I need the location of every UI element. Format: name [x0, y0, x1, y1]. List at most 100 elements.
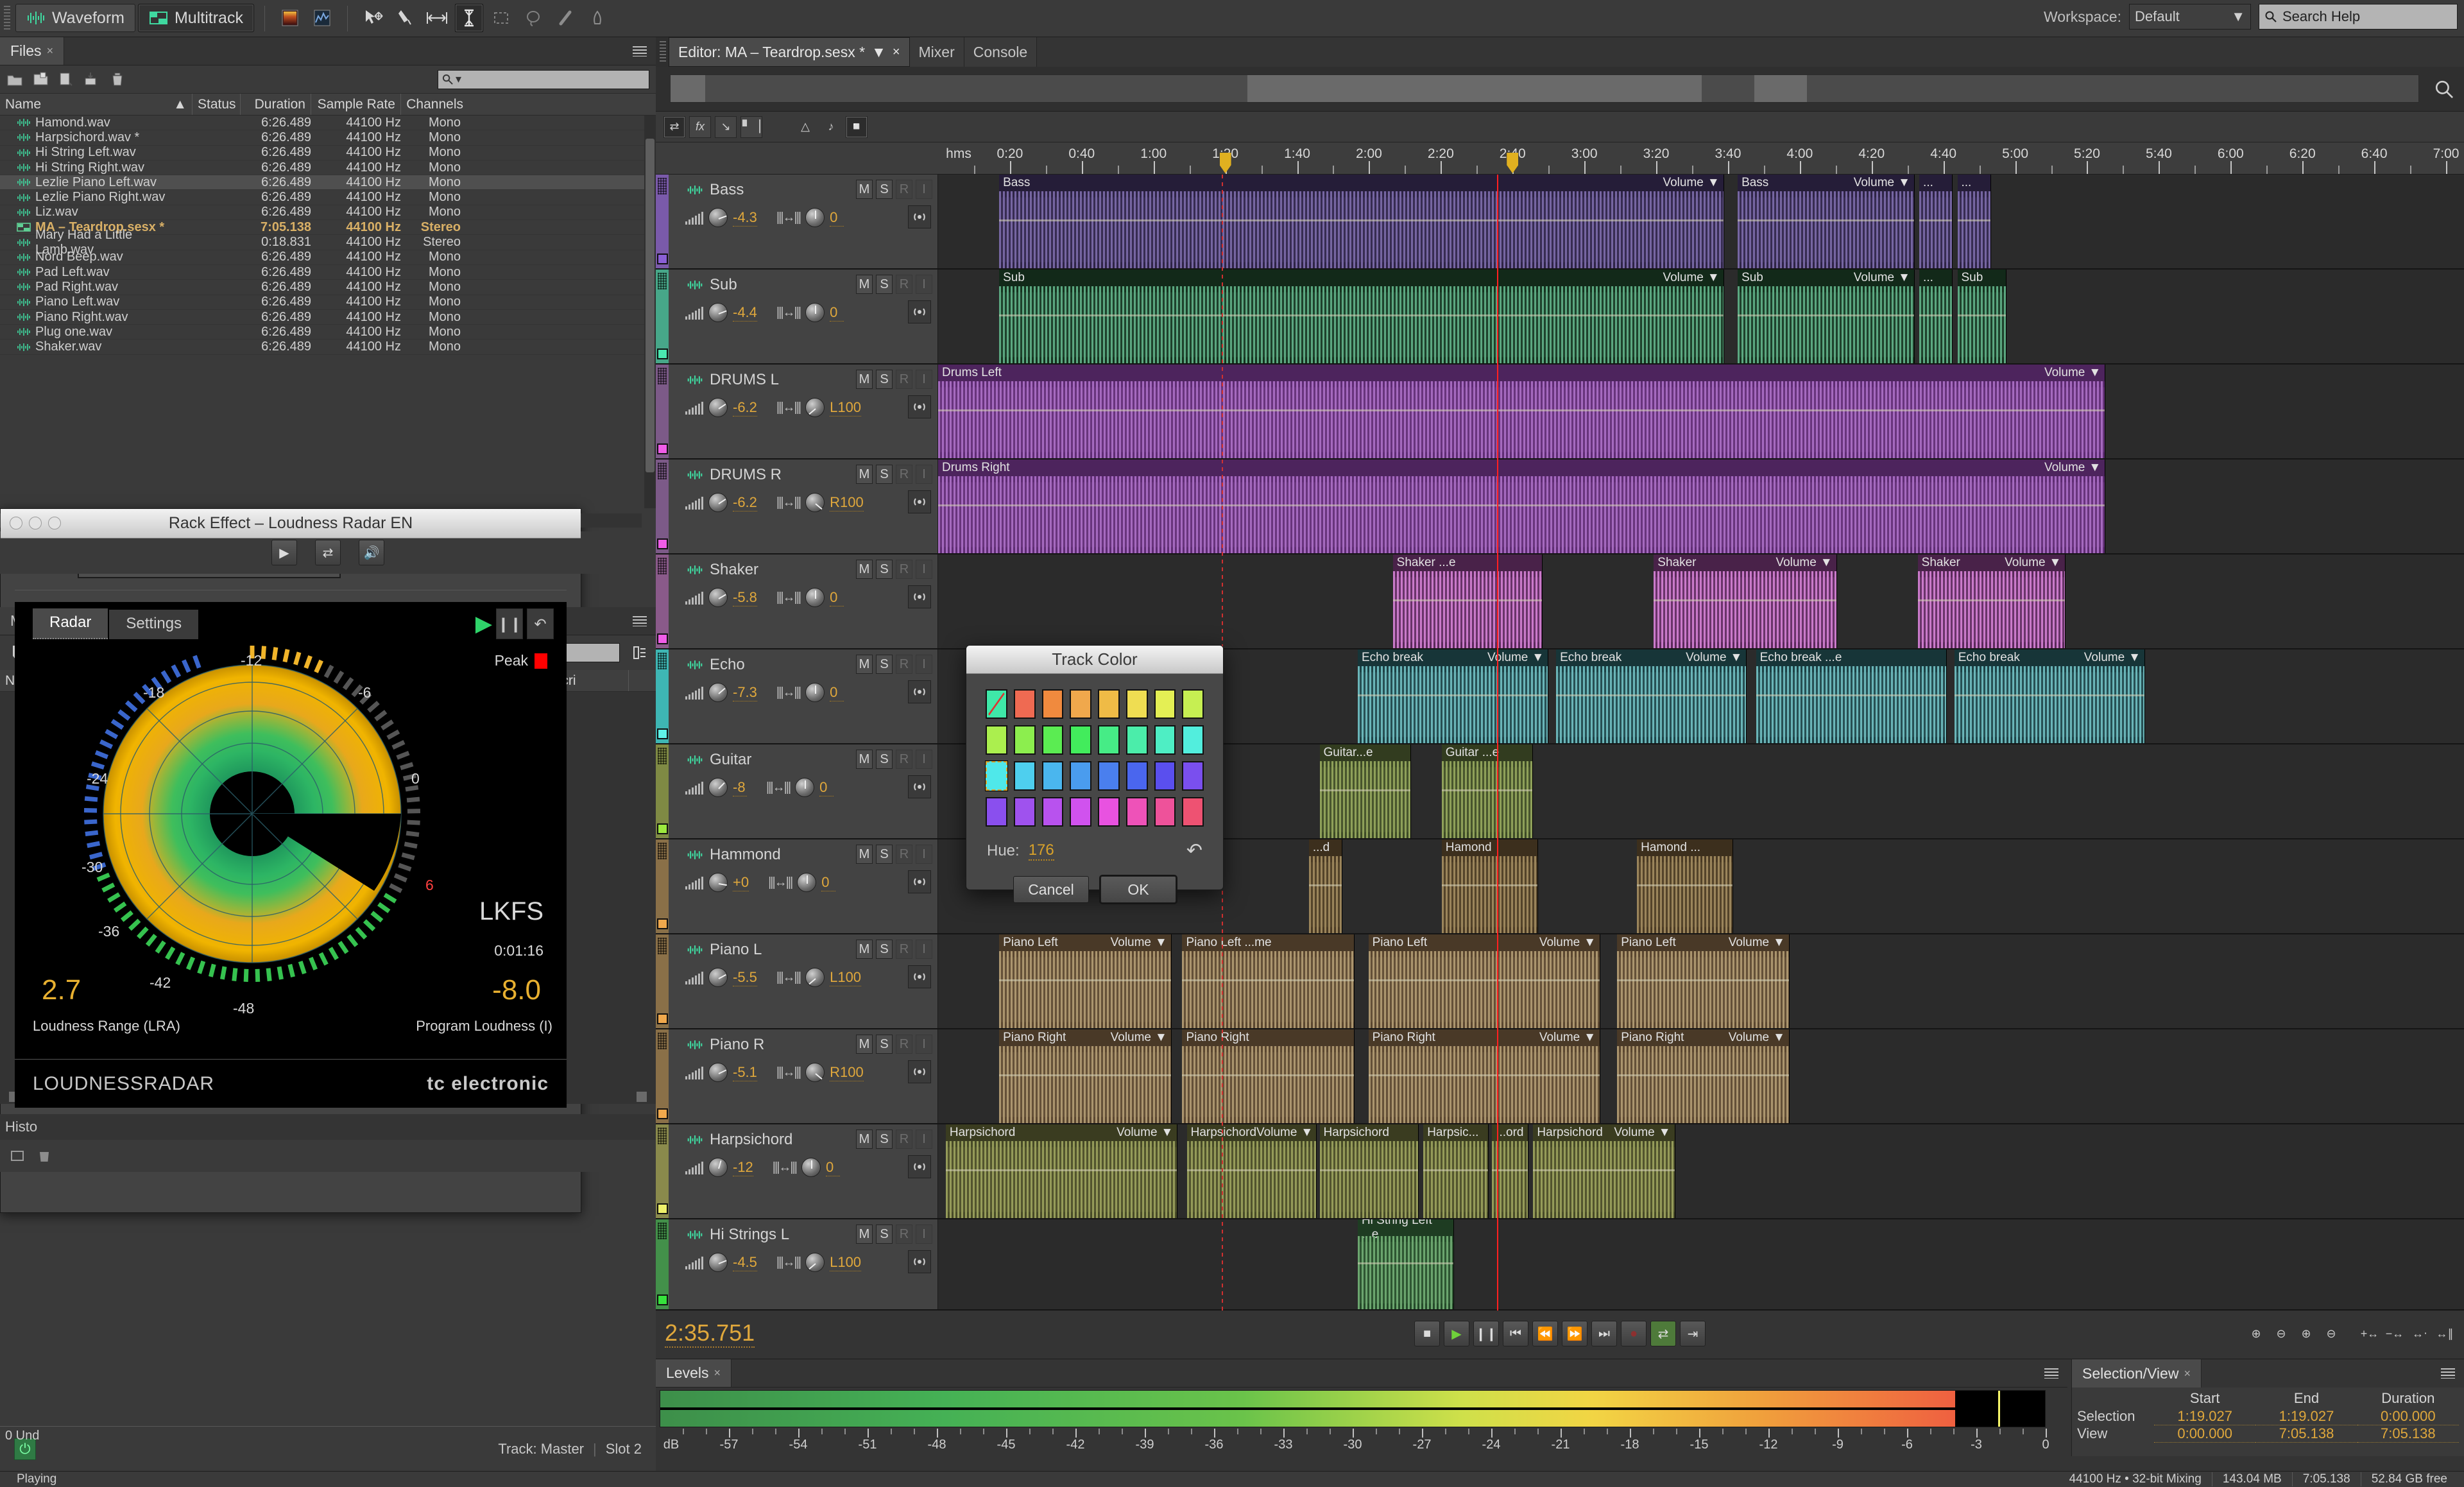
zoom-full-out-button[interactable]: ↔∥: [2434, 1323, 2455, 1344]
track-color-strip[interactable]: [656, 1219, 669, 1309]
track-color-strip[interactable]: [656, 934, 669, 1028]
chevron-down-icon[interactable]: ▼: [2049, 556, 2062, 570]
clip-header[interactable]: Harpsichord Volume ▼: [1186, 1124, 1316, 1141]
volume-value[interactable]: -4.3: [733, 209, 757, 227]
pan-knob[interactable]: [805, 398, 825, 417]
reset-icon[interactable]: ↶: [1186, 839, 1202, 862]
spectral-pan-display-icon[interactable]: [308, 4, 336, 32]
zoom-in-time-button[interactable]: ⊕: [2296, 1323, 2316, 1344]
pan-value[interactable]: R100: [830, 1064, 864, 1081]
color-swatch[interactable]: [1070, 689, 1091, 719]
new-file-icon[interactable]: [58, 71, 74, 88]
files-play-button[interactable]: ▶: [271, 540, 297, 565]
tab-levels[interactable]: Levels ×: [656, 1359, 732, 1387]
track-header[interactable]: Piano R M S R I -5.1 |||↔||| R100: [669, 1029, 938, 1123]
arm-record-button[interactable]: R: [896, 1035, 912, 1054]
audio-clip[interactable]: Piano Right Volume ▼: [1368, 1029, 1601, 1123]
scroll-right-arrow[interactable]: [637, 1092, 647, 1102]
track-color-swatch[interactable]: [657, 443, 668, 454]
track-drag-handle[interactable]: [658, 273, 667, 289]
audio-clip[interactable]: Piano Left Volume ▼: [999, 934, 1172, 1028]
pan-value[interactable]: 0: [830, 589, 844, 606]
timeline-marker[interactable]: [1219, 153, 1231, 173]
monitor-input-button[interactable]: I: [916, 655, 932, 674]
monitor-input-button[interactable]: I: [916, 560, 932, 579]
effects-rack-button[interactable]: fx: [689, 116, 711, 138]
clip-header[interactable]: Guitar ...e: [1441, 744, 1533, 761]
stop-button[interactable]: ■: [1414, 1321, 1440, 1346]
track-lane[interactable]: Bass Volume ▼ Bass Volume ▼......: [938, 175, 2464, 268]
solo-button[interactable]: S: [876, 370, 893, 389]
files-vertical-scrollbar[interactable]: [644, 116, 656, 508]
color-swatch[interactable]: [1125, 797, 1148, 827]
volume-knob[interactable]: [708, 398, 728, 417]
track-color-strip[interactable]: [656, 1029, 669, 1123]
close-icon[interactable]: [10, 517, 22, 529]
mute-button[interactable]: M: [856, 845, 873, 864]
color-swatch[interactable]: [1154, 689, 1176, 719]
chevron-down-icon[interactable]: ▼: [1532, 651, 1544, 665]
zoom-out-full-button[interactable]: −↔: [2384, 1323, 2405, 1344]
color-swatch[interactable]: [1041, 725, 1064, 755]
pan-value[interactable]: R100: [830, 494, 864, 511]
audio-clip[interactable]: Hamond ...: [1637, 839, 1733, 933]
table-row[interactable]: Nord Beep.wav 6:26.489 44100 Hz Mono: [0, 250, 656, 265]
marquee-selection-tool-icon[interactable]: [487, 4, 515, 32]
playhead[interactable]: [1497, 175, 1499, 1311]
arm-record-button[interactable]: R: [896, 845, 912, 864]
volume-knob[interactable]: [708, 683, 728, 702]
panel-menu-icon[interactable]: [2044, 1368, 2058, 1379]
pan-knob[interactable]: [805, 968, 825, 987]
selection-view-end[interactable]: 7:05.138: [2255, 1425, 2357, 1443]
table-row[interactable]: Pad Right.wav 6:26.489 44100 Hz Mono: [0, 280, 656, 295]
clip-header[interactable]: Piano Right: [1182, 1029, 1355, 1046]
pan-knob[interactable]: [801, 1158, 821, 1177]
paintbrush-selection-tool-icon[interactable]: [551, 4, 579, 32]
track-output-button[interactable]: [908, 585, 931, 608]
chevron-down-icon[interactable]: ▼: [1773, 936, 1785, 950]
track-output-button[interactable]: [908, 490, 931, 513]
export-file-icon[interactable]: [83, 71, 100, 88]
track-row[interactable]: Bass M S R I -4.3 |||↔||| 0 Bass Volume ▼ Bass Volum…: [656, 175, 2464, 270]
selection-view-duration[interactable]: 0:00.000: [2357, 1408, 2459, 1425]
workspace-select[interactable]: Default ▼: [2129, 4, 2251, 30]
track-color-swatch[interactable]: [657, 728, 668, 739]
track-row[interactable]: Echo M S R I -7.3 |||↔||| 0 Echo break Volume ▼ Ech…: [656, 649, 2464, 744]
solo-button[interactable]: S: [876, 1225, 893, 1244]
color-swatch[interactable]: [1013, 725, 1036, 755]
audio-clip[interactable]: Hamond: [1441, 839, 1538, 933]
files-loop-button[interactable]: ⇄: [315, 540, 341, 565]
volume-knob[interactable]: [708, 1063, 728, 1082]
column-header-status[interactable]: Status: [193, 94, 241, 115]
track-name[interactable]: Piano R: [687, 1036, 764, 1054]
track-header[interactable]: Hammond M S R I +0 |||↔||| 0: [669, 839, 938, 933]
color-swatch[interactable]: [1041, 761, 1064, 791]
track-color-swatch[interactable]: [657, 823, 668, 834]
audio-clip[interactable]: Piano Left ...me: [1182, 934, 1355, 1028]
volume-knob[interactable]: [708, 493, 728, 512]
clip-header[interactable]: ...d: [1308, 839, 1342, 856]
chevron-down-icon[interactable]: ▼: [2089, 461, 2101, 475]
track-drag-handle[interactable]: [658, 368, 667, 384]
track-color-strip[interactable]: [656, 460, 669, 553]
track-row[interactable]: Hi Strings L M S R I -4.5 |||↔||| L100 Hi String…: [656, 1219, 2464, 1311]
color-swatch[interactable]: [1125, 689, 1148, 719]
audio-clip[interactable]: Harpsic...: [1423, 1124, 1489, 1218]
tab-console[interactable]: Console: [964, 37, 1038, 67]
color-swatch[interactable]: [986, 797, 1007, 827]
pan-value[interactable]: 0: [830, 209, 844, 227]
volume-value[interactable]: -5.5: [733, 969, 757, 986]
monitor-input-button[interactable]: I: [916, 370, 932, 389]
track-name[interactable]: Piano L: [687, 941, 762, 959]
volume-knob[interactable]: [708, 208, 728, 227]
mute-button[interactable]: M: [856, 560, 873, 579]
clip-header[interactable]: Sub Volume ▼: [999, 270, 1724, 286]
track-lane[interactable]: Piano Right Volume ▼ Piano Right Piano Right…: [938, 1029, 2464, 1123]
audio-clip[interactable]: Sub Volume ▼: [999, 270, 1724, 363]
solo-button[interactable]: S: [876, 1035, 893, 1054]
chevron-down-icon[interactable]: ▼: [1707, 271, 1720, 285]
track-header[interactable]: Harpsichord M S R I -12 |||↔||| 0: [669, 1124, 938, 1218]
clip-header[interactable]: Harpsichord Volume ▼: [945, 1124, 1177, 1141]
track-color-swatch[interactable]: [657, 538, 668, 549]
volume-value[interactable]: -12: [733, 1159, 753, 1176]
